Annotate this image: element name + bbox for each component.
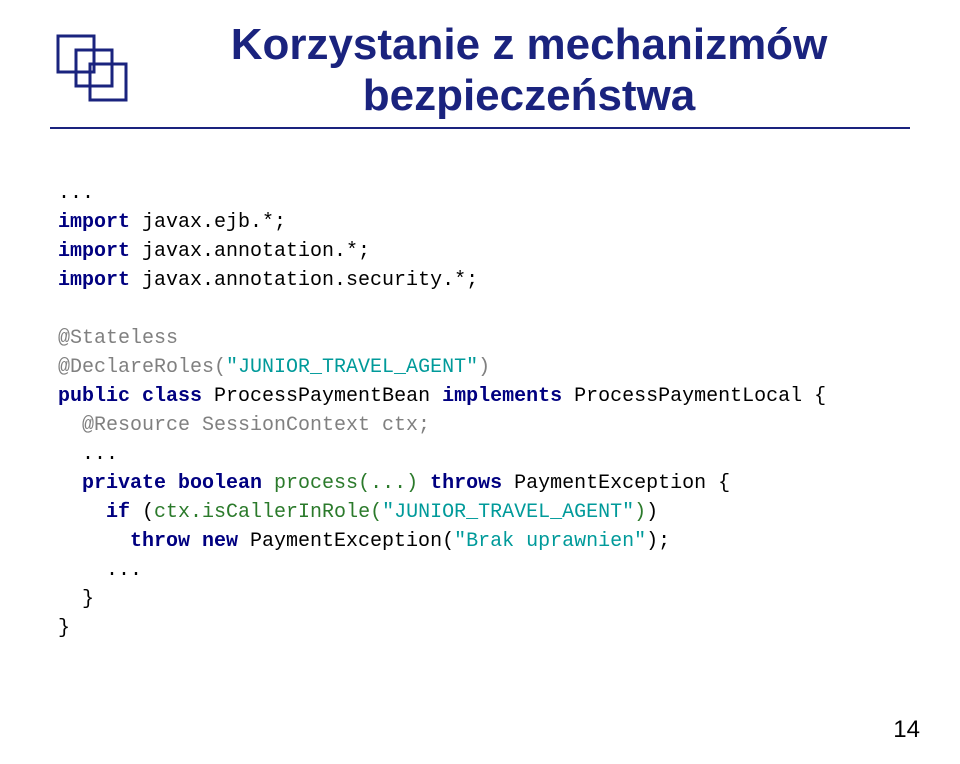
string-literal: "JUNIOR_TRAVEL_AGENT" (226, 356, 478, 379)
code-dots: ... (58, 559, 142, 582)
paren: ( (130, 501, 154, 524)
kw-implements: implements (442, 385, 562, 408)
brace-close: } (58, 588, 94, 611)
code-text: ProcessPaymentLocal { (562, 385, 826, 408)
kw-private-boolean: private boolean (58, 472, 262, 495)
string-literal: "JUNIOR_TRAVEL_AGENT" (382, 501, 634, 524)
code-text: ); (646, 530, 670, 553)
kw-if: if (58, 501, 130, 524)
code-text: javax.annotation.*; (130, 240, 370, 263)
logo-squares-icon (50, 28, 130, 113)
method-call: ctx.isCallerInRole( (154, 501, 382, 524)
kw-throws: throws (430, 472, 502, 495)
annotation-stateless: @Stateless (58, 327, 178, 350)
code-text: PaymentException( (238, 530, 454, 553)
code-text: javax.annotation.security.*; (130, 269, 478, 292)
slide-title: Korzystanie z mechanizmów bezpieczeństwa (148, 20, 910, 121)
code-dots: ... (58, 443, 118, 466)
annotation-resource-line: @Resource SessionContext ctx; (58, 414, 430, 437)
kw-throw-new: throw new (58, 530, 238, 553)
paren-close: ) (646, 501, 658, 524)
string-literal: "Brak uprawnien" (454, 530, 646, 553)
paren-close: ) (634, 501, 646, 524)
page-number: 14 (893, 716, 920, 744)
brace-close: } (58, 617, 70, 640)
code-text: javax.ejb.*; (130, 211, 286, 234)
code-text: ProcessPaymentBean (202, 385, 442, 408)
code-block: ... import javax.ejb.*; import javax.ann… (58, 179, 910, 643)
code-dots: ... (58, 182, 94, 205)
annotation-declare-roles: @DeclareRoles( (58, 356, 226, 379)
code-text: PaymentException { (502, 472, 730, 495)
kw-import: import (58, 269, 130, 292)
title-rule (50, 127, 910, 129)
method-name: process(...) (262, 472, 430, 495)
annotation-close: ) (478, 356, 490, 379)
kw-import: import (58, 211, 130, 234)
kw-public-class: public class (58, 385, 202, 408)
kw-import: import (58, 240, 130, 263)
